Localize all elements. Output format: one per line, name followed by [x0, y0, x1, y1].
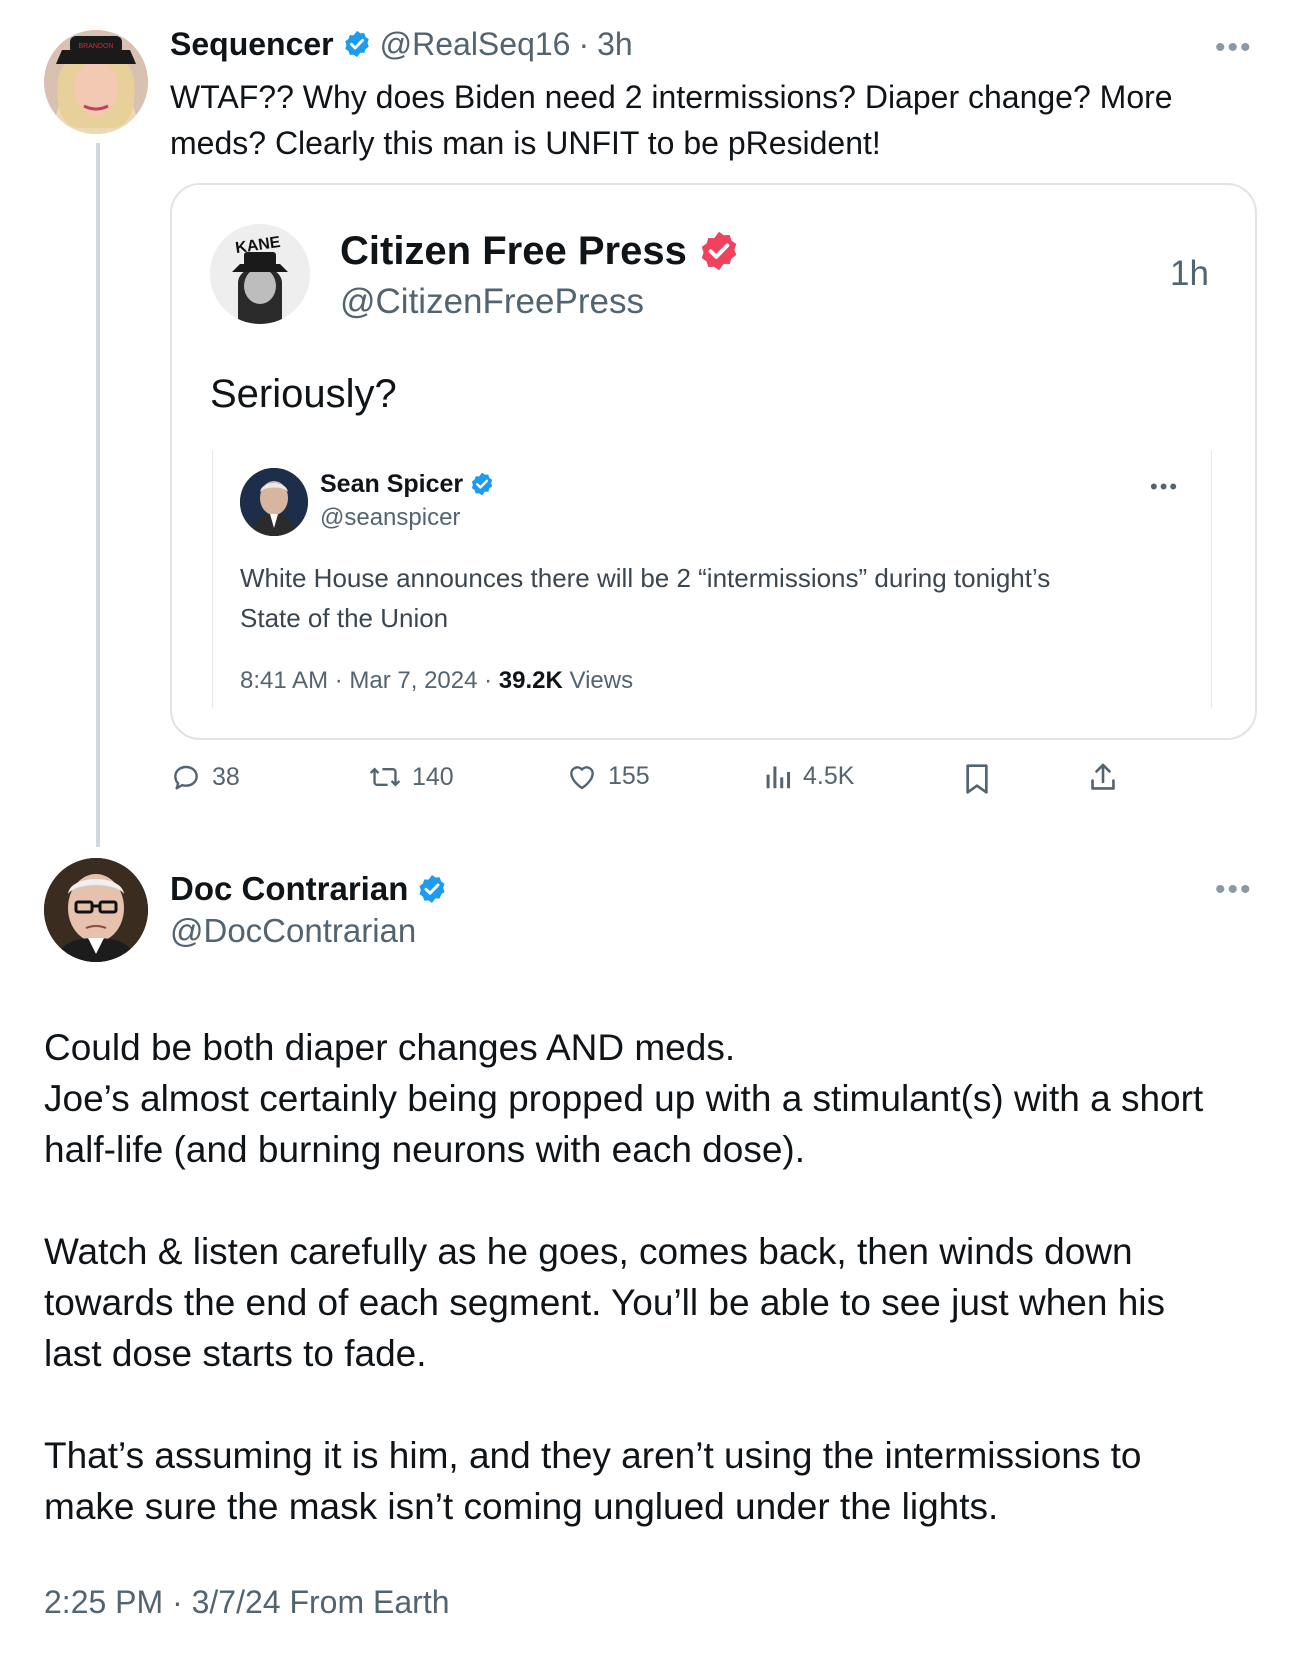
views-button[interactable]: 4.5K: [765, 761, 854, 791]
tweet2-text: Could be both diaper changes AND meds. J…: [44, 1022, 1284, 1532]
reply-button[interactable]: 38: [170, 761, 240, 793]
tweet2-para2-line1: Watch & listen carefully as he goes, com…: [44, 1231, 1133, 1272]
spicer-meta: 8:41 AM · Mar 7, 2024 · 39.2K Views: [240, 667, 633, 695]
verified-badge-icon: [416, 873, 448, 905]
doc-contrarian-avatar[interactable]: [44, 858, 148, 962]
more-icon: •••: [1150, 474, 1180, 499]
share-icon[interactable]: [1087, 761, 1119, 795]
reply-icon: [170, 761, 202, 793]
tweet1-time[interactable]: 3h: [597, 26, 633, 63]
doc-contrarian-display-name[interactable]: Doc Contrarian: [170, 870, 408, 908]
sean-spicer-handle: @seanspicer: [320, 504, 461, 531]
bookmark-icon[interactable]: [963, 763, 991, 795]
tweet2-para1-line3: half-life (and burning neurons with each…: [44, 1129, 806, 1170]
quote-header: Citizen Free Press: [340, 226, 741, 276]
like-icon: [566, 761, 598, 791]
reply-count: 38: [212, 762, 240, 791]
quote-text: Seriously?: [210, 372, 397, 416]
like-button[interactable]: 155: [566, 761, 650, 791]
separator: ·: [578, 25, 590, 62]
tweet2-para3-line1: That’s assuming it is him, and they aren…: [44, 1435, 1142, 1476]
citizen-free-press-display-name[interactable]: Citizen Free Press: [340, 229, 687, 274]
thread-line: [96, 143, 100, 847]
tweet1-header: Sequencer @RealSeq16 · 3h: [170, 24, 633, 64]
verified-badge-icon: [697, 229, 741, 273]
tweet2-para2-line3: last dose starts to fade.: [44, 1333, 427, 1374]
spicer-views-count: 39.2K: [498, 667, 563, 694]
sequencer-handle[interactable]: @RealSeq16: [380, 26, 571, 63]
quote-time[interactable]: 1h: [1170, 254, 1209, 294]
citizen-free-press-avatar[interactable]: KANE: [210, 224, 310, 324]
sequencer-avatar[interactable]: BRANDON: [44, 30, 148, 134]
doc-contrarian-handle[interactable]: @DocContrarian: [170, 912, 416, 950]
repost-button[interactable]: 140: [368, 761, 454, 793]
views-icon: [765, 761, 793, 791]
tweet2-para1-line1: Could be both diaper changes AND meds.: [44, 1027, 736, 1068]
tweet2-header: Doc Contrarian: [170, 868, 448, 910]
sean-spicer-avatar[interactable]: [240, 468, 308, 536]
sequencer-display-name[interactable]: Sequencer: [170, 26, 334, 63]
repost-icon: [368, 761, 402, 793]
verified-badge-icon: [342, 29, 372, 59]
spicer-text-line1: White House announces there will be 2 “i…: [240, 563, 1051, 593]
tweet2-para3-line2: make sure the mask isn’t coming unglued …: [44, 1486, 999, 1527]
repost-count: 140: [412, 762, 454, 791]
tweet1-text: WTAF?? Why does Biden need 2 intermissio…: [170, 74, 1270, 166]
like-count: 155: [608, 761, 650, 790]
spicer-timestamp: 8:41 AM · Mar 7, 2024 ·: [240, 667, 499, 694]
sean-spicer-display-name: Sean Spicer: [320, 469, 464, 498]
tweet1-text-line1: WTAF?? Why does Biden need 2 intermissio…: [170, 79, 1173, 115]
more-icon[interactable]: •••: [1215, 33, 1253, 63]
views-count: 4.5K: [803, 761, 855, 790]
more-icon[interactable]: •••: [1215, 875, 1253, 905]
tweet2-para2-line2: towards the end of each segment. You’ll …: [44, 1282, 1166, 1323]
citizen-free-press-handle[interactable]: @CitizenFreePress: [340, 282, 644, 322]
spicer-views-label: Views: [562, 667, 634, 694]
spicer-header: Sean Spicer: [320, 468, 495, 500]
hat-text: BRANDON: [78, 43, 113, 50]
tweet1-text-line2: meds? Clearly this man is UNFIT to be pR…: [170, 125, 881, 161]
tweet2-para1-line2: Joe’s almost certainly being propped up …: [44, 1078, 1204, 1119]
spicer-text-line2: State of the Union: [240, 603, 449, 633]
spicer-text: White House announces there will be 2 “i…: [240, 558, 1050, 638]
tweet2-footer[interactable]: 2:25 PM · 3/7/24 From Earth: [44, 1584, 450, 1621]
verified-badge-icon: [469, 471, 495, 497]
